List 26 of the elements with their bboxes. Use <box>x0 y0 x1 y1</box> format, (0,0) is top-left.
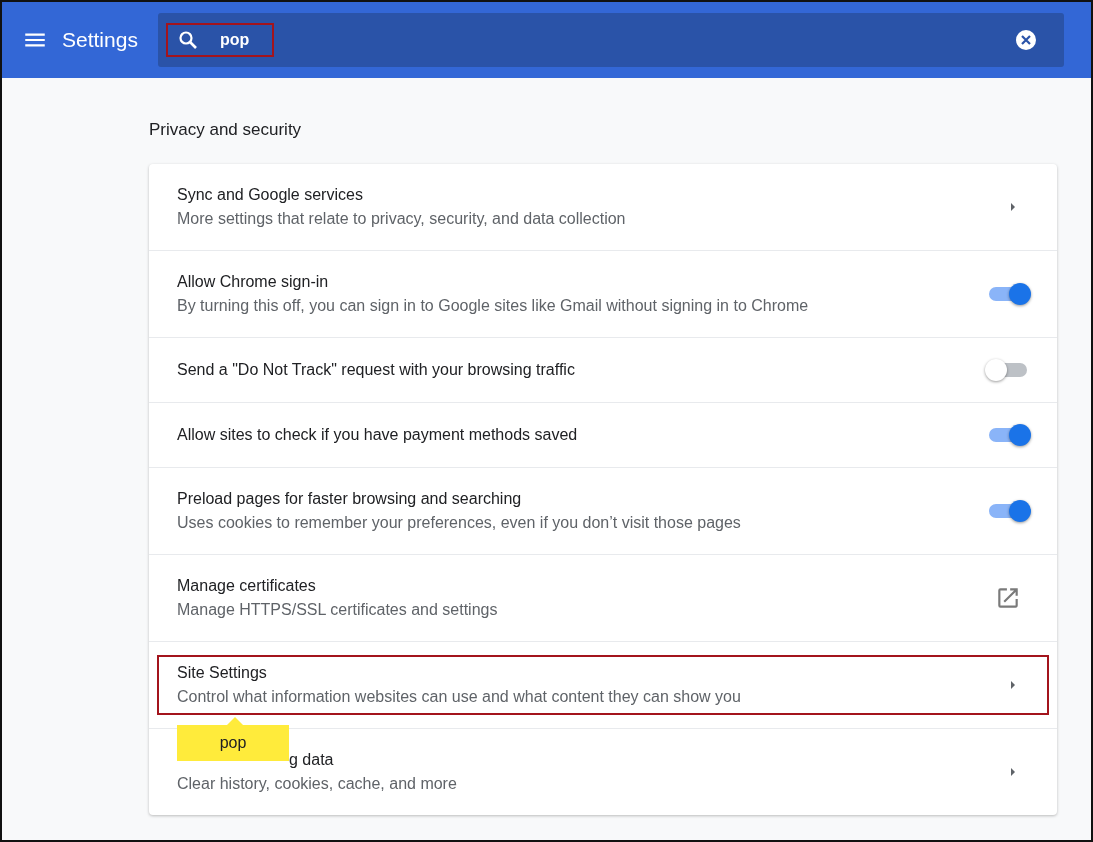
row-description: Manage HTTPS/SSL certificates and settings <box>177 601 498 619</box>
row-title: Send a "Do Not Track" request with your browsing traffic <box>177 361 575 379</box>
row-title: Preload pages for faster browsing and searching <box>177 490 523 508</box>
row-description: By turning this off, you can sign in to Google sites like Gmail without signing in to Chrome <box>177 297 809 315</box>
row-title: Allow Chrome sign-in <box>177 273 330 291</box>
external-link-icon[interactable] <box>995 585 1021 611</box>
clear-icon[interactable] <box>1014 28 1038 52</box>
tooltip: pop <box>177 717 289 761</box>
row-description: Clear history, cookies, cache, and more <box>177 775 457 793</box>
row-title: Allow sites to check if you have payment methods saved <box>177 426 578 444</box>
settings-row[interactable]: Allow sites to check if you have payment methods saved <box>149 402 1057 467</box>
row-title: Site Settings <box>177 664 268 682</box>
row-description: Control what information websites can use and what content they can show you <box>177 688 741 706</box>
row-description: Uses cookies to remember your preferences, even if you don’t visit those pages <box>177 514 741 532</box>
settings-row[interactable]: Manage certificates Manage HTTPS/SSL certificates and settings <box>149 554 1057 641</box>
settings-row[interactable]: Sync and Google services More settings that relate to privacy, security, and data collection <box>149 164 1057 250</box>
settings-row[interactable]: Allow Chrome sign-in By turning this off, you can sign in to Google sites like Gmail without signing in to Chrome <box>149 250 1057 337</box>
row-title: Sync and Google services <box>177 186 364 204</box>
search-bar[interactable]: pop <box>158 13 1064 67</box>
settings-row[interactable]: Preload pages for faster browsing and searching Uses cookies to remember your preferences, even if you don’t visit those pages <box>149 467 1057 554</box>
page-title: Settings <box>62 28 139 52</box>
row-title: Manage certificates <box>177 577 317 595</box>
section-heading: Privacy and security <box>149 120 303 140</box>
settings-row[interactable]: Send a "Do Not Track" request with your browsing traffic <box>149 337 1057 402</box>
search-field[interactable]: pop <box>218 30 268 50</box>
row-description: More settings that relate to privacy, security, and data collection <box>177 210 626 228</box>
